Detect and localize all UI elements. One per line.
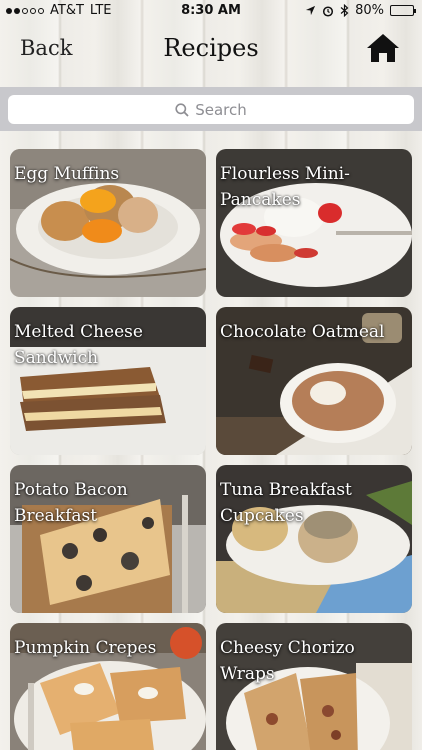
recipe-card-label: Tuna Breakfast Cupcakes <box>220 480 352 526</box>
recipe-grid: Egg Muffins Flourless Mini-Pancakes Melt… <box>0 131 422 750</box>
recipe-card-potato-bacon-breakfast[interactable]: Potato Bacon Breakfast <box>10 465 206 613</box>
navigation-bar: Back Recipes <box>0 22 422 84</box>
recipe-card-melted-cheese-sandwich[interactable]: Melted Cheese Sandwich <box>10 307 206 455</box>
recipe-card-label: Flourless Mini-Pancakes <box>220 164 350 210</box>
recipe-card-egg-muffins[interactable]: Egg Muffins <box>10 149 206 297</box>
status-right: 80% <box>305 3 416 18</box>
bluetooth-icon <box>340 4 349 17</box>
battery-percent: 80% <box>355 3 384 18</box>
home-icon[interactable] <box>366 32 400 64</box>
search-input[interactable]: Search <box>8 95 414 124</box>
recipe-card-label: Potato Bacon Breakfast <box>14 480 128 526</box>
status-bar: AT&T LTE 8:30 AM 80% <box>0 0 422 22</box>
search-icon <box>175 102 189 117</box>
recipe-card-pumpkin-crepes[interactable]: Pumpkin Crepes <box>10 623 206 750</box>
search-bar: Search <box>0 87 422 131</box>
location-icon <box>306 5 316 16</box>
recipe-card-label: Melted Cheese Sandwich <box>14 322 143 368</box>
recipe-card-cheesy-chorizo-wraps[interactable]: Cheesy Chorizo Wraps <box>216 623 412 750</box>
page-title: Recipes <box>163 34 259 62</box>
recipe-card-chocolate-oatmeal[interactable]: Chocolate Oatmeal <box>216 307 412 455</box>
recipe-card-label: Chocolate Oatmeal <box>220 322 385 342</box>
recipe-card-label: Cheesy Chorizo Wraps <box>220 638 355 684</box>
recipe-card-flourless-mini-pancakes[interactable]: Flourless Mini-Pancakes <box>216 149 412 297</box>
battery-icon <box>390 5 416 16</box>
alarm-icon <box>323 5 334 17</box>
recipe-card-tuna-breakfast-cupcakes[interactable]: Tuna Breakfast Cupcakes <box>216 465 412 613</box>
recipe-card-label: Egg Muffins <box>14 164 120 184</box>
recipe-card-label: Pumpkin Crepes <box>14 638 157 658</box>
search-placeholder: Search <box>195 100 247 119</box>
